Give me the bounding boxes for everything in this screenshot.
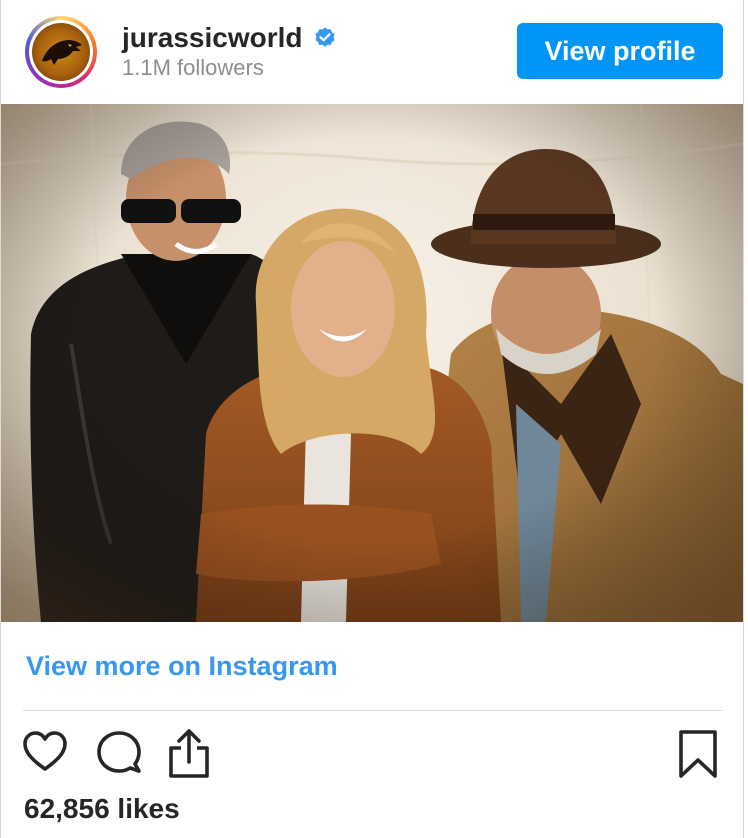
- comment-icon[interactable]: [95, 728, 143, 776]
- action-bar: [1, 724, 743, 784]
- avatar-frame: [29, 20, 93, 84]
- post-photo[interactable]: [1, 104, 743, 622]
- username[interactable]: jurassicworld: [122, 22, 303, 54]
- view-profile-button[interactable]: View profile: [517, 23, 723, 79]
- post-header: jurassicworld 1.1M followers View profil…: [1, 0, 743, 104]
- verified-badge-icon: [314, 27, 335, 47]
- view-more-link[interactable]: View more on Instagram: [26, 651, 338, 682]
- bookmark-icon[interactable]: [677, 728, 719, 780]
- divider: [23, 710, 723, 711]
- like-count: 62,856 likes: [24, 793, 180, 824]
- avatar[interactable]: [25, 16, 97, 88]
- jurassic-world-logo-icon: [32, 23, 90, 81]
- username-row: jurassicworld: [122, 20, 337, 56]
- heart-icon[interactable]: [21, 728, 69, 776]
- instagram-embed-card: jurassicworld 1.1M followers View profil…: [0, 0, 744, 838]
- follower-count: 1.1M followers: [122, 55, 264, 80]
- share-icon[interactable]: [165, 728, 213, 780]
